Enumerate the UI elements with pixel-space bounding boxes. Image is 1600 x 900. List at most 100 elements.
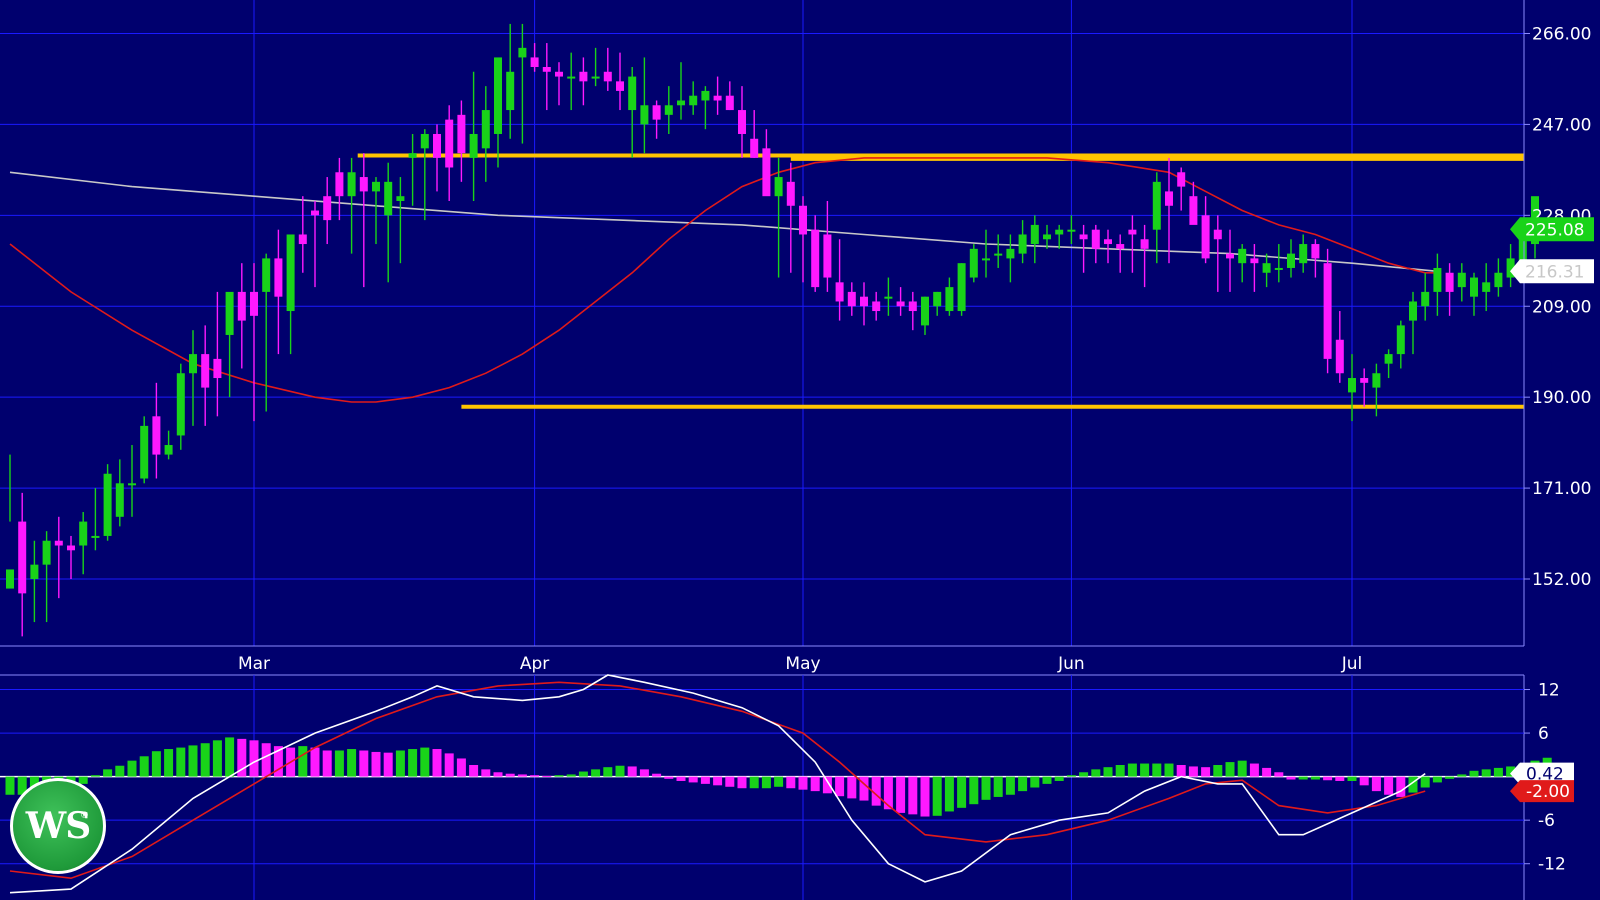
up-candle xyxy=(1018,234,1027,254)
macd-histogram-bar xyxy=(652,773,662,777)
up-candle xyxy=(1470,277,1478,297)
macd-histogram-bar xyxy=(225,737,235,777)
down-candle xyxy=(1445,272,1454,292)
up-candle xyxy=(1274,267,1283,270)
macd-histogram-bar xyxy=(774,776,784,787)
macd-histogram-bar xyxy=(298,746,308,777)
up-candle xyxy=(6,569,14,589)
up-candle xyxy=(506,71,515,111)
macd-histogram-bar xyxy=(432,749,442,777)
down-candle xyxy=(201,354,210,388)
macd-histogram-bar xyxy=(444,753,454,777)
down-candle xyxy=(213,358,222,379)
macd-histogram-bar xyxy=(212,740,222,777)
price-tick-label: 152.00 xyxy=(1532,570,1591,590)
down-candle xyxy=(616,81,624,91)
macd-tick-label: 6 xyxy=(1538,724,1549,744)
down-candle xyxy=(359,177,368,192)
macd-histogram-bar xyxy=(1079,772,1089,777)
logo-registered-mark: ® xyxy=(80,811,89,821)
macd-histogram-bar xyxy=(176,747,186,777)
macd-histogram-bar xyxy=(993,776,1003,797)
down-candle xyxy=(835,282,844,302)
macd-histogram-bar xyxy=(1201,767,1211,777)
macd-histogram-bar xyxy=(371,751,381,777)
up-candle xyxy=(42,540,51,565)
macd-tick-label: -12 xyxy=(1538,855,1566,875)
macd-histogram-bar xyxy=(883,776,893,810)
macd-histogram-bar xyxy=(1127,763,1137,777)
down-candle xyxy=(1116,244,1125,249)
down-candle xyxy=(530,57,539,67)
down-candle xyxy=(1128,229,1137,235)
up-candle xyxy=(30,564,39,580)
macd-histogram-bar xyxy=(90,775,100,777)
macd-histogram-bar xyxy=(164,749,174,777)
macd-histogram-bar xyxy=(1347,776,1357,781)
up-candle xyxy=(774,177,783,197)
down-candle xyxy=(908,301,917,312)
down-candle xyxy=(725,95,734,111)
up-candle xyxy=(1055,229,1064,235)
up-candle xyxy=(1043,234,1051,240)
macd-histogram-bar xyxy=(1176,765,1186,777)
macd-histogram-bar xyxy=(920,776,930,817)
down-candle xyxy=(896,301,905,307)
macd-histogram-bar xyxy=(420,747,430,777)
down-candle xyxy=(603,71,612,82)
macd-histogram-bar xyxy=(847,776,857,799)
macd-histogram-bar xyxy=(517,774,527,777)
price-tick-label: 266.00 xyxy=(1532,24,1591,44)
down-candle xyxy=(1189,196,1198,225)
month-label: Jun xyxy=(1057,654,1085,674)
up-candle xyxy=(1238,248,1247,264)
down-candle xyxy=(762,148,771,197)
macd-histogram-bar xyxy=(1371,776,1381,792)
down-candle xyxy=(786,181,795,206)
up-candle xyxy=(1030,224,1039,245)
down-candle xyxy=(555,71,563,77)
macd-value-tags: 0.42-2.00 xyxy=(1510,762,1574,803)
macd-histogram-bar xyxy=(1164,763,1174,777)
macd-histogram-bar xyxy=(1384,776,1394,795)
up-candle xyxy=(1396,325,1405,355)
macd-histogram-bar xyxy=(469,765,479,777)
macd-histogram-bar xyxy=(664,776,674,779)
down-candle xyxy=(335,172,344,197)
macd-histogram-bar xyxy=(957,776,967,808)
month-label: Apr xyxy=(520,654,549,674)
down-candle xyxy=(713,95,722,101)
macd-histogram-bar xyxy=(395,750,405,777)
macd-histogram-bar xyxy=(359,750,369,777)
macd-histogram-bar xyxy=(591,769,601,777)
macd-histogram-bar xyxy=(542,775,552,777)
down-candle xyxy=(1177,172,1186,187)
macd-histogram-bar xyxy=(1359,776,1369,786)
down-candle xyxy=(445,119,454,168)
macd-histogram-bar xyxy=(1274,772,1284,777)
macd-histogram-bar xyxy=(1249,763,1259,777)
macd-histogram-bar xyxy=(1457,774,1467,777)
macd-histogram-bar xyxy=(1481,769,1491,777)
down-candle xyxy=(433,133,441,158)
down-candle xyxy=(1104,239,1112,245)
macd-histogram-bar xyxy=(1445,776,1455,779)
up-candle xyxy=(103,473,112,536)
macd-histogram-bar xyxy=(1005,776,1015,795)
macd-histogram-bar xyxy=(1188,766,1198,777)
up-candle xyxy=(384,181,393,216)
macd-histogram-bar xyxy=(334,750,344,777)
macd-histogram-bar xyxy=(1298,776,1308,780)
macd-histogram-bar xyxy=(1262,767,1272,777)
macd-histogram-bar xyxy=(1152,763,1162,777)
up-candle xyxy=(396,196,405,201)
up-candle xyxy=(591,76,600,79)
macd-histogram-bar xyxy=(1420,776,1430,788)
macd-histogram-bar xyxy=(1310,776,1320,780)
down-candle xyxy=(872,301,881,312)
up-candle xyxy=(982,258,990,261)
macd-histogram-bar xyxy=(761,776,771,789)
price-tick-label: 209.00 xyxy=(1532,297,1591,317)
down-candle xyxy=(274,258,283,297)
down-candle xyxy=(54,540,63,546)
